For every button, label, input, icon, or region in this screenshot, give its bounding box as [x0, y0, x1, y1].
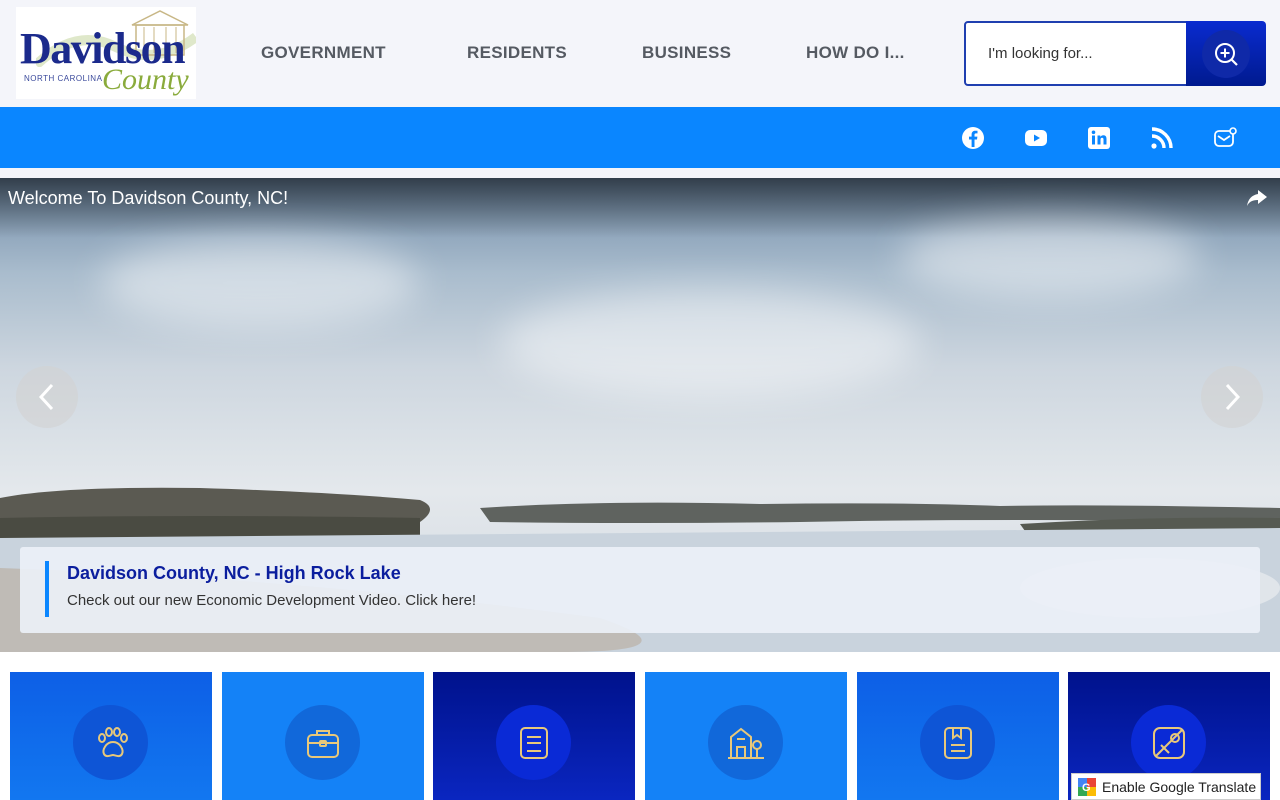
search-button[interactable]	[1186, 21, 1266, 86]
chevron-left-icon	[38, 383, 54, 411]
tile-icon-wrap	[285, 705, 360, 780]
tile-icon-wrap	[1131, 705, 1206, 780]
nav-residents[interactable]: RESIDENTS	[467, 43, 567, 63]
caption-text: Check out our new Economic Development V…	[67, 592, 477, 609]
chevron-right-icon	[1225, 383, 1241, 411]
facebook-icon[interactable]	[961, 126, 985, 150]
caption-title[interactable]: Davidson County, NC - High Rock Lake	[67, 563, 401, 584]
document-icon	[519, 726, 548, 759]
briefcase-icon	[306, 729, 339, 758]
cloud	[900, 218, 1200, 298]
rss-icon[interactable]	[1150, 126, 1174, 150]
cloud	[100, 238, 420, 328]
next-slide-button[interactable]	[1201, 366, 1263, 428]
nav-business[interactable]: BUSINESS	[642, 43, 731, 63]
notify-me-icon[interactable]	[1213, 126, 1237, 150]
search-icon-wrap	[1202, 29, 1250, 78]
quick-link-tile[interactable]	[10, 672, 212, 800]
nav-how-do-i[interactable]: HOW DO I...	[806, 43, 905, 63]
bookmark-document-icon	[943, 726, 972, 759]
tile-icon-wrap	[73, 705, 148, 780]
tile-icon-wrap	[496, 705, 571, 780]
search-icon	[1215, 42, 1238, 66]
share-icon[interactable]	[1246, 188, 1268, 208]
caption-accent-bar	[45, 561, 49, 617]
davidson-county-logo[interactable]: Davidson NORTH CAROLINA County	[16, 7, 196, 99]
map-icon	[1152, 726, 1185, 759]
linkedin-icon[interactable]	[1087, 126, 1111, 150]
search-bar	[964, 21, 1266, 86]
quick-link-tile[interactable]	[645, 672, 847, 800]
video-title[interactable]: Welcome To Davidson County, NC!	[8, 188, 288, 209]
translate-label: Enable Google Translate	[1102, 778, 1257, 795]
nav-government[interactable]: GOVERNMENT	[261, 43, 386, 63]
quick-link-tile[interactable]	[433, 672, 635, 800]
search-input[interactable]	[966, 23, 1186, 84]
youtube-icon[interactable]	[1024, 126, 1048, 150]
svg-text:G: G	[1082, 782, 1091, 794]
quick-link-tile[interactable]	[857, 672, 1059, 800]
slide-caption[interactable]: Davidson County, NC - High Rock Lake Che…	[20, 547, 1260, 633]
site-header: Davidson NORTH CAROLINA County GOVERNMEN…	[0, 0, 1280, 107]
hero-video[interactable]: Welcome To Davidson County, NC! Davidson…	[0, 178, 1280, 652]
paw-icon	[97, 726, 128, 757]
building-icon	[727, 727, 764, 759]
logo-county: County	[102, 63, 189, 96]
logo-subtitle: NORTH CAROLINA	[24, 74, 103, 83]
google-translate-button[interactable]: G Enable Google Translate	[1071, 773, 1261, 800]
tile-icon-wrap	[708, 705, 783, 780]
cloud	[500, 288, 920, 398]
tile-icon-wrap	[920, 705, 995, 780]
google-translate-icon: G	[1078, 777, 1096, 796]
quick-link-tile[interactable]	[222, 672, 424, 800]
prev-slide-button[interactable]	[16, 366, 78, 428]
